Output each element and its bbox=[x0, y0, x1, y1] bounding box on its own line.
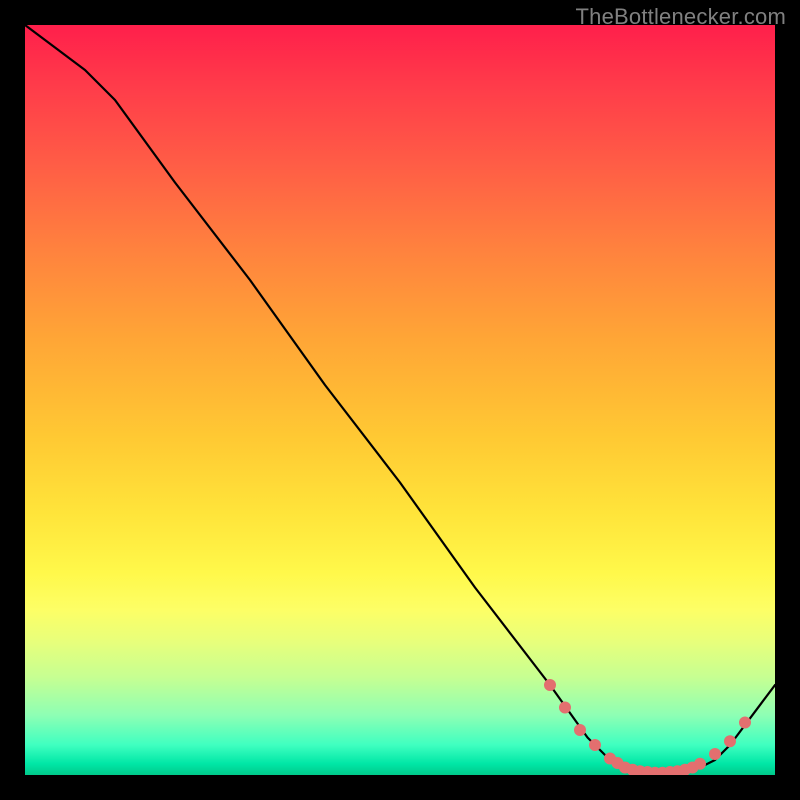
attribution-text: TheBottlenecker.com bbox=[576, 4, 786, 30]
chart-plot-area bbox=[25, 25, 775, 775]
chart-gradient-background bbox=[25, 25, 775, 775]
